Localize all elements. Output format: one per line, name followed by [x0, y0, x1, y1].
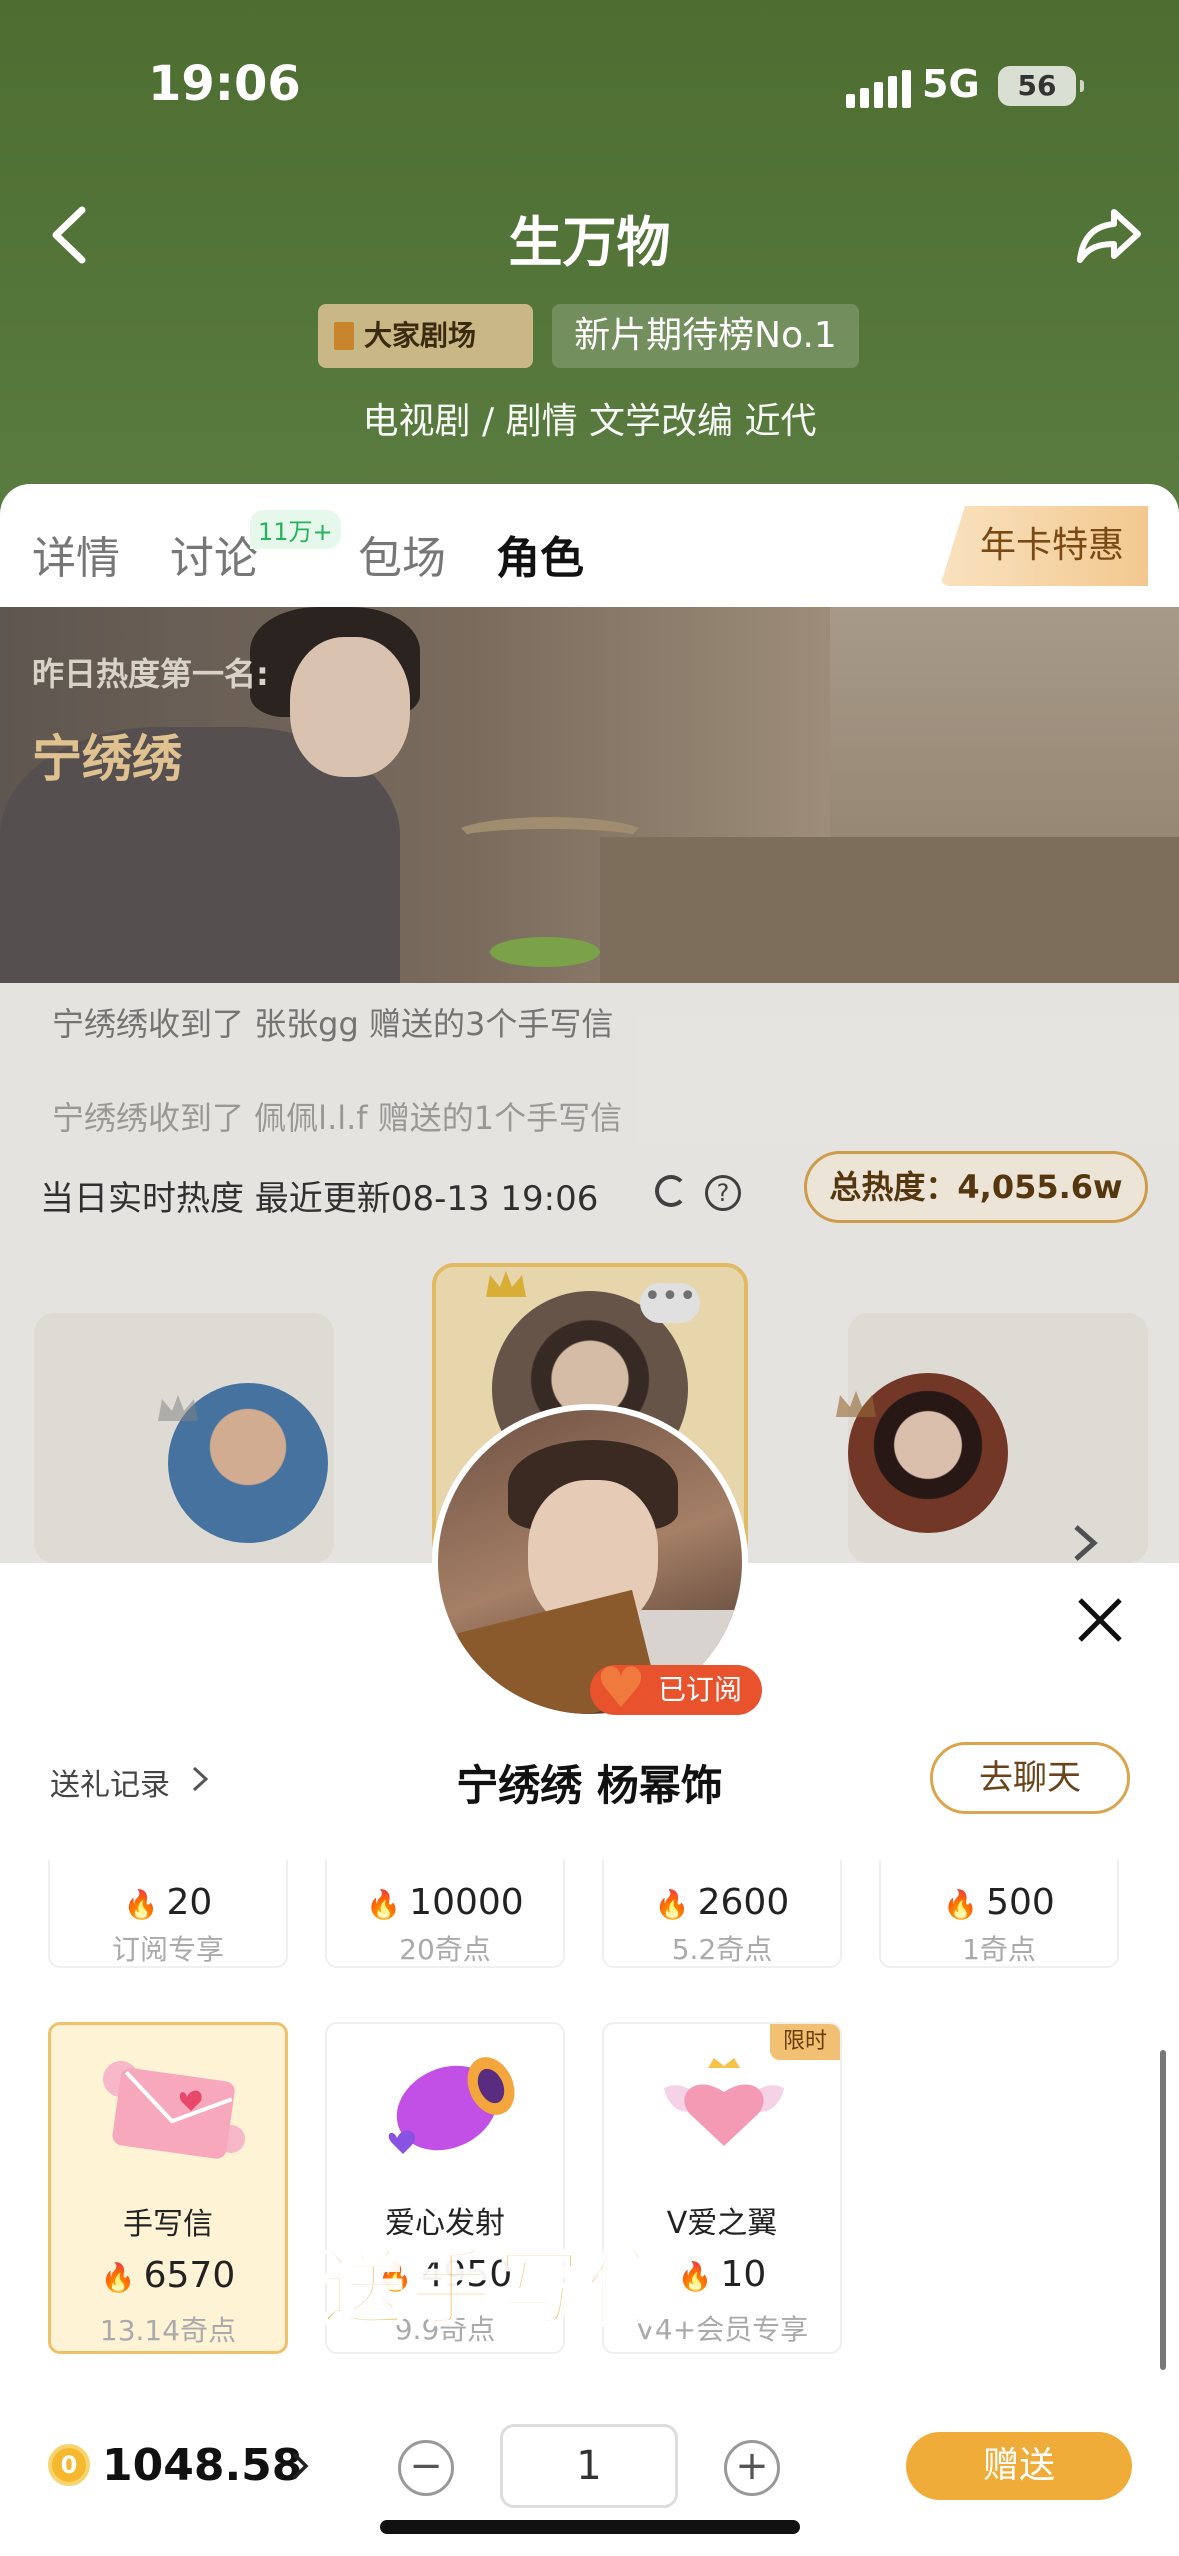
send-button[interactable]: 赠送: [906, 2432, 1132, 2500]
hero-bg-ledge: [600, 837, 1179, 983]
gift-item[interactable]: 🔥 10000 20奇点: [325, 1860, 565, 1968]
gift-item-handwritten-letter[interactable]: 手写信 🔥 6570 13.14奇点: [48, 2022, 288, 2354]
gift-item[interactable]: 🔥 20 订阅专享: [48, 1860, 288, 1968]
gift-cost: 🔥 10000: [327, 1882, 563, 1923]
brand-tag[interactable]: 大家剧场: [318, 304, 533, 368]
hero-banner[interactable]: 昨日热度第一名: 宁绣绣: [0, 607, 1179, 983]
fire-icon: 🔥: [366, 1888, 402, 1921]
quantity-input[interactable]: 1: [500, 2424, 678, 2508]
fire-icon: 🔥: [677, 2260, 713, 2293]
fire-icon: 🔥: [100, 2261, 136, 2294]
hero-figure-face: [290, 637, 410, 777]
close-icon[interactable]: [1070, 1590, 1130, 1650]
hero-horn: [450, 817, 650, 857]
decrease-button[interactable]: −: [398, 2440, 454, 2496]
gift-cost: 🔥 500: [881, 1882, 1117, 1923]
fire-icon: 🔥: [123, 1888, 159, 1921]
fire-icon: 🔥: [654, 1888, 690, 1921]
gift-cost-value: 20: [166, 1882, 213, 1923]
page-title: 生万物: [508, 211, 671, 274]
status-time: 19:06: [148, 56, 301, 112]
gift-item[interactable]: 🔥 2600 5.2奇点: [602, 1860, 842, 1968]
fire-icon: 🔥: [943, 1888, 979, 1921]
gift-cost-value: 6570: [143, 2255, 236, 2296]
winged-heart-icon: [664, 2058, 784, 2146]
gift-price: 订阅专享: [111, 1933, 224, 1966]
gift-overlay-text: 送手写信: [320, 2241, 675, 2339]
heart-cannon-icon: [388, 2057, 515, 2154]
header: 19:06 5G 56 生万物 大家剧场 新片期待榜No.1 电视剧 / 剧情 …: [0, 0, 1179, 520]
gift-row-top: 🔥 20 订阅专享 🔥 10000 20奇点 🔥 2600 5.2奇点 🔥 500 1奇…: [0, 1860, 1179, 1970]
gift-cost: 🔥 2600: [604, 1882, 840, 1923]
share-icon[interactable]: [1074, 200, 1144, 270]
subscribed-label: 已订阅: [657, 1673, 742, 1706]
gift-item[interactable]: 🔥 500 1奇点: [879, 1860, 1119, 1968]
subscribed-badge: ♥ 已订阅: [590, 1659, 762, 1719]
battery-icon: 56: [998, 66, 1084, 106]
network-label: 5G: [922, 62, 980, 106]
genre-line: 电视剧 / 剧情 文学改编 近代: [362, 401, 817, 442]
hero-leaves: [490, 937, 600, 967]
brand-tag-label: 大家剧场: [364, 319, 477, 352]
gift-price: 1奇点: [962, 1933, 1036, 1966]
gift-cost-value: 10000: [409, 1882, 524, 1923]
heart-icon: ♥: [595, 1656, 647, 1721]
hero-label: 昨日热度第一名:: [32, 655, 269, 693]
gift-cost-value: 500: [986, 1882, 1055, 1923]
gift-cost-value: 2600: [697, 1882, 790, 1923]
book-icon: [334, 322, 354, 350]
rank-tag[interactable]: 新片期待榜No.1: [552, 304, 859, 368]
gift-price: 20奇点: [399, 1933, 491, 1966]
chevron-right-icon[interactable]: [290, 2450, 310, 2482]
increase-button[interactable]: +: [724, 2440, 780, 2496]
annual-card-button[interactable]: 年卡特惠: [940, 506, 1148, 586]
gift-cost-value: 10: [720, 2254, 767, 2295]
gift-cost: 🔥 6570: [51, 2255, 285, 2296]
tab-roles[interactable]: 角色: [496, 522, 584, 586]
tab-discussion[interactable]: 讨论: [170, 522, 258, 586]
chat-button[interactable]: 去聊天: [930, 1742, 1130, 1814]
gift-price: 5.2奇点: [671, 1933, 773, 1966]
gift-cost: 🔥 20: [50, 1882, 286, 1923]
hero-top-name: 宁绣绣: [32, 730, 182, 788]
gift-name: 手写信: [123, 2207, 213, 2242]
envelope-icon: [103, 2061, 245, 2159]
discussion-count-badge: 11万+: [250, 510, 341, 549]
tab-details[interactable]: 详情: [32, 522, 120, 586]
scrollbar[interactable]: [1160, 2050, 1166, 2370]
signal-icon: [846, 70, 911, 108]
coin-icon: 0: [48, 2444, 90, 2486]
tab-booking[interactable]: 包场: [358, 522, 446, 586]
home-indicator: [380, 2520, 800, 2534]
balance[interactable]: 1048.58: [102, 2440, 302, 2491]
gift-price: 13.14奇点: [99, 2314, 237, 2347]
